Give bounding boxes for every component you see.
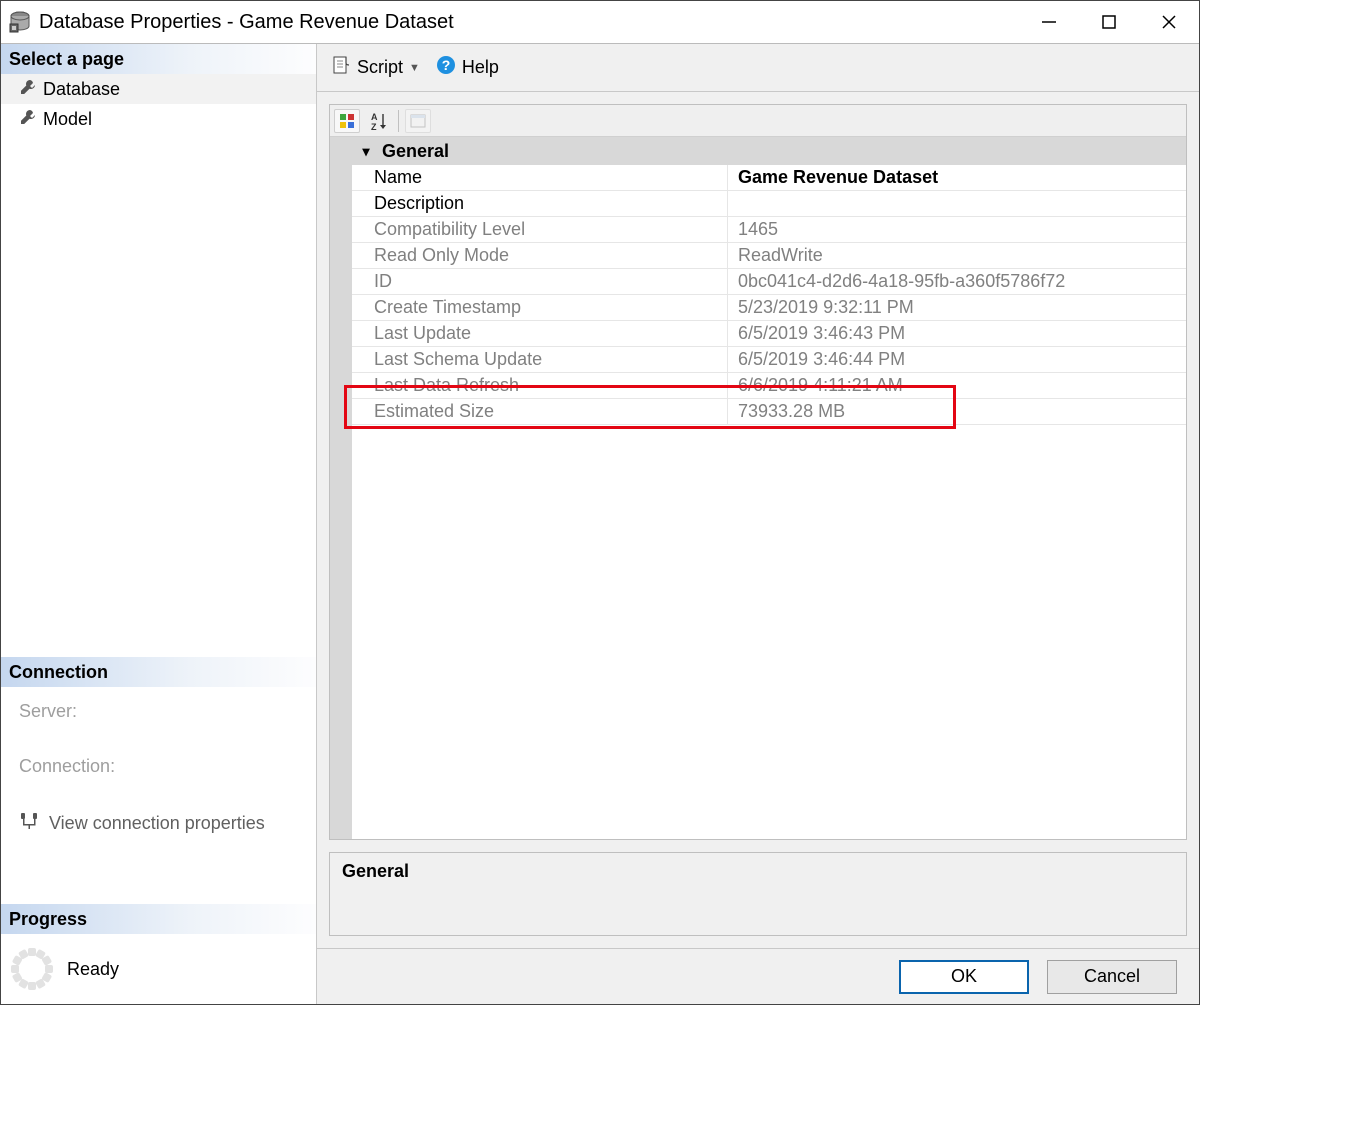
dialog-footer: OK Cancel [317,948,1199,1004]
cancel-button[interactable]: Cancel [1047,960,1177,994]
select-page-header: Select a page [1,44,316,74]
property-value [728,191,1186,216]
property-value: 1465 [728,217,1186,242]
connection-header: Connection [1,657,316,687]
left-panel: Select a page Database Model Connection [1,44,317,1004]
property-pages-button[interactable] [405,109,431,133]
script-label: Script [357,57,403,78]
wrench-icon [19,108,37,131]
property-key: Last Schema Update [352,347,728,372]
categorized-button[interactable] [334,109,360,133]
property-key: Compatibility Level [352,217,728,242]
property-row[interactable]: Read Only ModeReadWrite [352,243,1186,269]
window-title: Database Properties - Game Revenue Datas… [39,11,1019,34]
minimize-button[interactable] [1019,1,1079,43]
property-row[interactable]: Last Update6/5/2019 3:46:43 PM [352,321,1186,347]
property-grid-panel: AZ ▾ General [329,104,1187,840]
property-value: 6/5/2019 3:46:43 PM [728,321,1186,346]
property-row[interactable]: Create Timestamp5/23/2019 9:32:11 PM [352,295,1186,321]
property-key: Create Timestamp [352,295,728,320]
property-row[interactable]: Description [352,191,1186,217]
page-item-label: Database [43,79,120,100]
property-row[interactable]: NameGame Revenue Dataset [352,165,1186,191]
database-icon [1,11,39,33]
property-row[interactable]: Estimated Size73933.28 MB [352,399,1186,425]
titlebar: Database Properties - Game Revenue Datas… [1,1,1199,43]
property-key: Estimated Size [352,399,728,424]
category-label: General [382,141,449,162]
property-key: Read Only Mode [352,243,728,268]
right-panel: Script ▼ ? Help [317,44,1199,1004]
property-key: Last Update [352,321,728,346]
property-key: Description [352,191,728,216]
description-title: General [342,861,409,881]
dialog-window: Database Properties - Game Revenue Datas… [0,0,1200,1005]
property-value: 0bc041c4-d2d6-4a18-95fb-a360f5786f72 [728,269,1186,294]
close-button[interactable] [1139,1,1199,43]
help-icon: ? [436,55,456,80]
script-icon [331,55,351,80]
property-value: 6/6/2019 4:11:21 AM [728,373,1186,398]
property-value: ReadWrite [728,243,1186,268]
page-item-database[interactable]: Database [1,74,316,104]
wrench-icon [19,78,37,101]
progress-header: Progress [1,904,316,934]
spinner-icon [11,948,53,990]
property-value: 6/5/2019 3:46:44 PM [728,347,1186,372]
property-value: 73933.28 MB [728,399,1186,424]
chevron-down-icon: ▼ [409,62,420,74]
property-row[interactable]: Last Schema Update6/5/2019 3:46:44 PM [352,347,1186,373]
ok-label: OK [951,966,977,987]
property-row[interactable]: ID0bc041c4-d2d6-4a18-95fb-a360f5786f72 [352,269,1186,295]
page-item-model[interactable]: Model [1,104,316,134]
window-controls [1019,1,1199,43]
property-value: Game Revenue Dataset [728,165,1186,190]
property-grid-toolbar: AZ [330,105,1186,137]
progress-body: Ready [1,934,316,1004]
alphabetical-button[interactable]: AZ [366,109,392,133]
property-key: Last Data Refresh [352,373,728,398]
property-key: ID [352,269,728,294]
progress-status: Ready [67,959,119,980]
page-item-label: Model [43,109,92,130]
view-connection-properties-link[interactable]: View connection properties [19,811,302,836]
connection-icon [19,811,39,836]
description-panel: General [329,852,1187,936]
server-label: Server: [19,701,302,722]
property-row[interactable]: Last Data Refresh6/6/2019 4:11:21 AM [352,373,1186,399]
category-row-general[interactable]: ▾ General [352,137,1186,165]
cancel-label: Cancel [1084,966,1140,987]
property-value: 5/23/2019 9:32:11 PM [728,295,1186,320]
property-key: Name [352,165,728,190]
help-label: Help [462,57,499,78]
help-button[interactable]: ? Help [432,53,503,82]
page-tree: Database Model [1,74,316,134]
property-row[interactable]: Compatibility Level1465 [352,217,1186,243]
svg-text:?: ? [442,57,451,73]
connection-label: Connection: [19,756,302,777]
script-button[interactable]: Script ▼ [327,53,424,82]
svg-text:Z: Z [371,122,377,131]
chevron-down-icon: ▾ [358,143,374,160]
svg-text:A: A [371,112,378,122]
connection-link-text: View connection properties [49,813,265,834]
maximize-button[interactable] [1079,1,1139,43]
toolbar: Script ▼ ? Help [317,44,1199,92]
grid-gutter [330,137,352,839]
property-grid[interactable]: ▾ General NameGame Revenue DatasetDescri… [352,137,1186,839]
ok-button[interactable]: OK [899,960,1029,994]
connection-body: Server: Connection: View connection prop… [1,687,316,844]
